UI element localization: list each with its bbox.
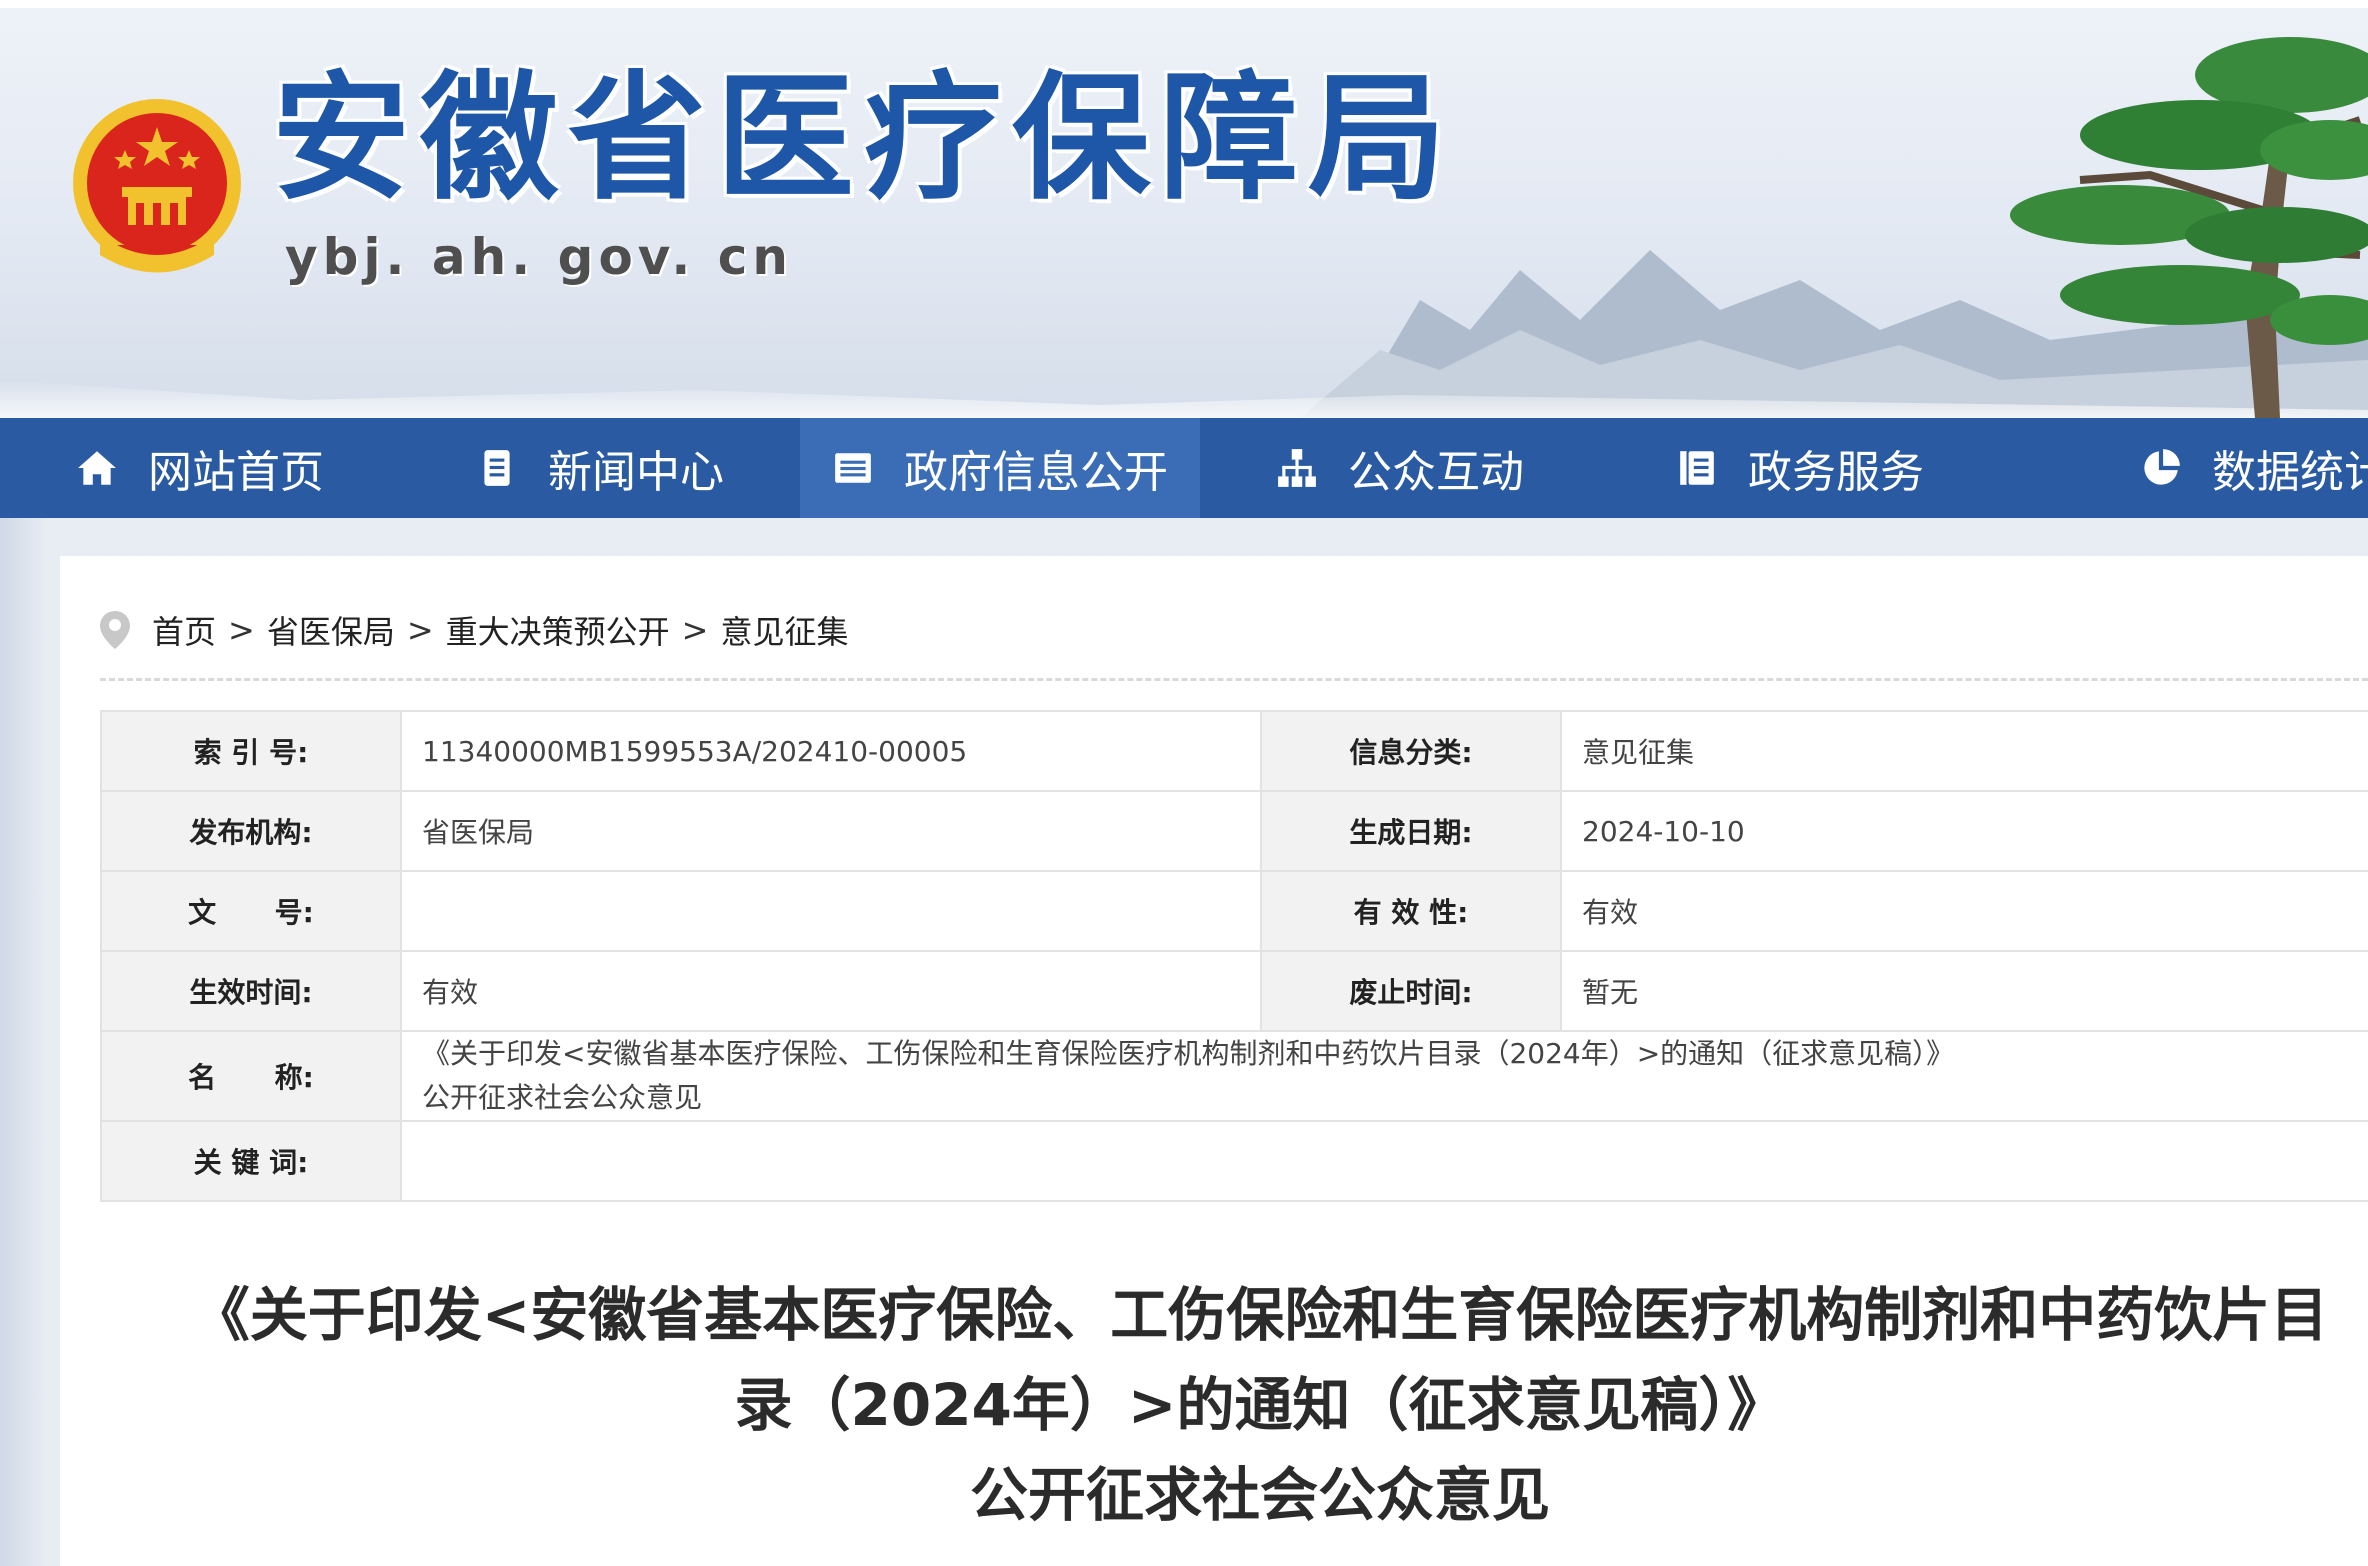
publisher-value: 省医保局 (400, 790, 1262, 872)
nav-item-gov-info[interactable]: 政府信息公开 (800, 418, 1200, 518)
name-label: 名 称: (100, 1030, 402, 1122)
repeal-time-label: 废止时间: (1260, 950, 1562, 1032)
location-pin-icon (100, 611, 130, 649)
document-title: 《关于印发<安徽省基本医疗保险、工伤保险和生育保险医疗机构制剂和中药饮片目 录（… (100, 1270, 2368, 1540)
nav-item-label: 政务服务 (1748, 447, 1924, 498)
nav-item-label: 公众互动 (1348, 447, 1524, 498)
table-row: 文 号: 有 效 性: 有效 (100, 870, 2368, 952)
site-domain: ybj. ah. gov. cn (285, 228, 793, 286)
nav-item-interaction[interactable]: 公众互动 (1200, 418, 1600, 518)
nav-item-label: 数据统计 (2212, 447, 2368, 498)
site-title: 安徽省医疗保障局 (272, 58, 1457, 219)
publisher-label: 发布机构: (100, 790, 402, 872)
header-banner: 安徽省医疗保障局 ybj. ah. gov. cn (0, 0, 2368, 418)
org-chart-icon (1278, 449, 1316, 487)
breadcrumb-separator: > (228, 611, 255, 649)
nav-item-services[interactable]: 政务服务 (1600, 418, 2000, 518)
document-meta-table: 索 引 号: 11340000MB1599553A/202410-00005 信… (100, 710, 2368, 1202)
table-row: 索 引 号: 11340000MB1599553A/202410-00005 信… (100, 710, 2368, 792)
effective-time-label: 生效时间: (100, 950, 402, 1032)
breadcrumb-separator: > (681, 611, 709, 649)
main-nav: 网站首页 新闻中心 政府信息公开 公众互动 政务服务 数据统计 (0, 418, 2368, 518)
name-value: 《关于印发<安徽省基本医疗保险、工伤保险和生育保险医疗机构制剂和中药饮片目录（2… (400, 1030, 2368, 1122)
index-no-value: 11340000MB1599553A/202410-00005 (400, 710, 1262, 792)
nav-item-label: 政府信息公开 (904, 447, 1168, 498)
list-icon (835, 453, 871, 483)
nav-item-news[interactable]: 新闻中心 (400, 418, 800, 518)
index-no-label: 索 引 号: (100, 710, 402, 792)
validity-value: 有效 (1560, 870, 2368, 952)
breadcrumb-opinion-collection[interactable]: 意见征集 (720, 607, 848, 653)
nav-item-label: 网站首页 (148, 447, 324, 498)
table-row: 发布机构: 省医保局 生成日期: 2024-10-10 (100, 790, 2368, 872)
category-value: 意见征集 (1560, 710, 2368, 792)
nav-item-statistics[interactable]: 数据统计 (2000, 418, 2368, 518)
nav-item-home[interactable]: 网站首页 (0, 418, 400, 518)
table-row: 生效时间: 有效 废止时间: 暂无 (100, 950, 2368, 1032)
breadcrumb-separator: > (406, 611, 434, 649)
doc-no-value (400, 870, 1262, 952)
national-emblem-icon (73, 99, 241, 273)
created-date-value: 2024-10-10 (1560, 790, 2368, 872)
table-row: 名 称: 《关于印发<安徽省基本医疗保险、工伤保险和生育保险医疗机构制剂和中药饮… (100, 1030, 2368, 1122)
breadcrumb-home[interactable]: 首页 (152, 607, 216, 653)
created-date-label: 生成日期: (1260, 790, 1562, 872)
document-title-line2: 录（2024年）>的通知（征求意见稿）》 (734, 1371, 1786, 1439)
keywords-label: 关 键 词: (100, 1120, 402, 1202)
validity-label: 有 效 性: (1260, 870, 1562, 952)
breadcrumb-bureau[interactable]: 省医保局 (267, 607, 395, 653)
table-row: 关 键 词: (100, 1120, 2368, 1202)
repeal-time-value: 暂无 (1560, 950, 2368, 1032)
book-icon (1680, 451, 1714, 485)
doc-no-label: 文 号: (100, 870, 402, 952)
home-icon (78, 451, 116, 485)
keywords-value (400, 1120, 2368, 1202)
pie-chart-icon (2144, 449, 2180, 485)
category-label: 信息分类: (1260, 710, 1562, 792)
breadcrumb-major-decisions[interactable]: 重大决策预公开 (446, 607, 670, 653)
name-value-line1: 《关于印发<安徽省基本医疗保险、工伤保险和生育保险医疗机构制剂和中药饮片目录（2… (422, 1037, 1955, 1070)
breadcrumb-divider (100, 678, 2368, 681)
nav-item-label: 新闻中心 (548, 447, 724, 498)
breadcrumb: 首页 > 省医保局 > 重大决策预公开 > 意见征集 (98, 600, 849, 660)
name-value-line2: 公开征求社会公众意见 (422, 1081, 703, 1114)
document-title-line3: 公开征求社会公众意见 (969, 1461, 1550, 1529)
document-title-line1: 《关于印发<安徽省基本医疗保险、工伤保险和生育保险医疗机构制剂和中药饮片目 (191, 1281, 2329, 1349)
document-icon (484, 450, 510, 486)
effective-time-value: 有效 (400, 950, 1262, 1032)
